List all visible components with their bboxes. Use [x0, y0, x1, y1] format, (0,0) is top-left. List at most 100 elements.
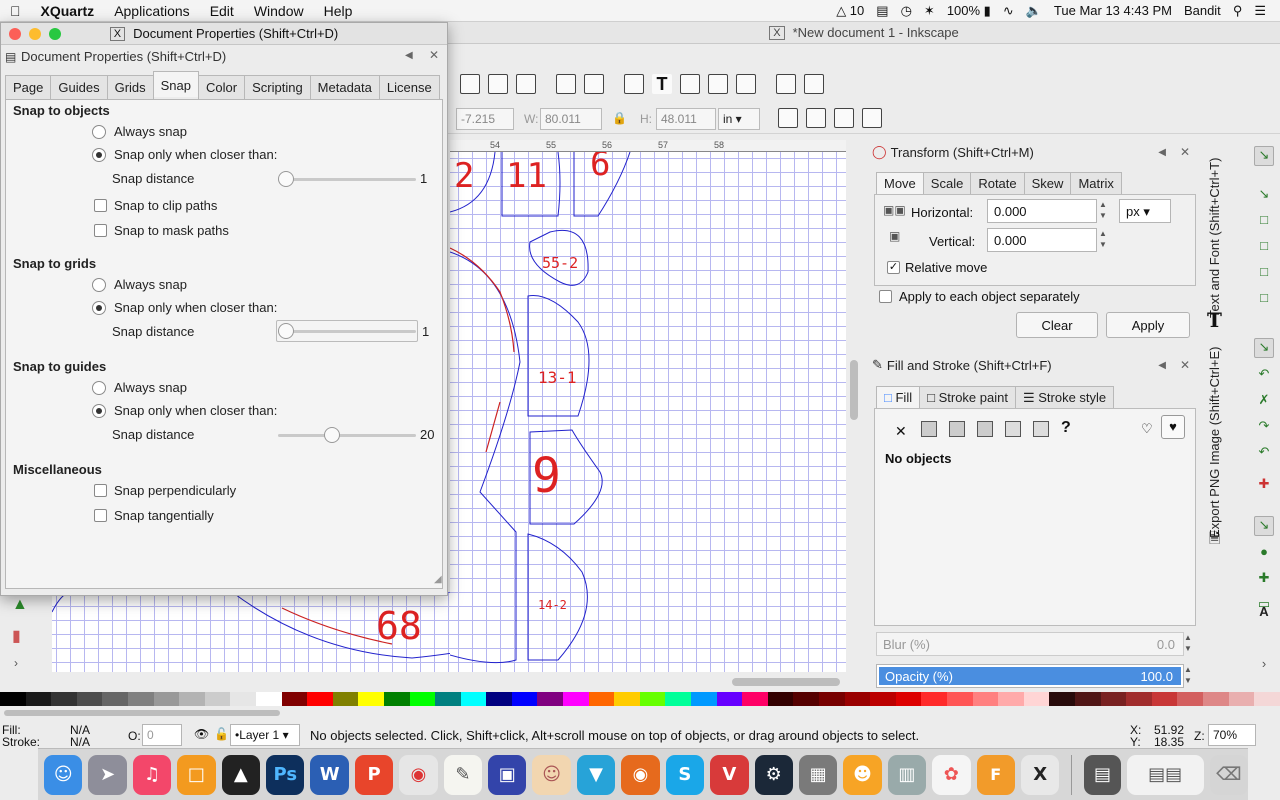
menu-app-name[interactable]: XQuartz	[31, 3, 105, 19]
tab-stroke-style[interactable]: ☰ Stroke style	[1014, 386, 1115, 410]
calculator-icon[interactable]: ▦	[798, 754, 838, 795]
snap-rotation-center-icon[interactable]: ✚	[1254, 570, 1274, 590]
snap-smooth-nodes-icon[interactable]: ↶	[1254, 444, 1274, 464]
trash-icon[interactable]: ⌫	[1209, 754, 1248, 795]
guides-always-snap-radio[interactable]	[92, 381, 106, 395]
palette-swatch[interactable]	[691, 692, 717, 706]
close-icon[interactable]: ✕	[1180, 358, 1190, 372]
tab-skew[interactable]: Skew	[1023, 172, 1072, 196]
palette-swatch[interactable]	[486, 692, 512, 706]
x-position-field[interactable]: -7.215	[456, 108, 514, 130]
palette-swatch[interactable]	[537, 692, 564, 706]
snap-others-icon[interactable]: ↘	[1254, 516, 1274, 536]
height-field[interactable]: 48.011	[656, 108, 716, 130]
palette-swatch[interactable]	[563, 692, 589, 706]
layer-lock-icon[interactable]: 🔓	[214, 727, 229, 741]
snap-perpendicular-checkbox[interactable]	[94, 484, 107, 497]
clear-button[interactable]: Clear	[1016, 312, 1098, 338]
unset-paint-icon[interactable]: ?	[1061, 419, 1071, 437]
palette-swatch[interactable]	[998, 692, 1024, 706]
palette-swatch[interactable]	[972, 692, 999, 706]
palette-swatch[interactable]	[716, 692, 743, 706]
flat-color-icon[interactable]	[921, 421, 937, 437]
palette-swatch[interactable]	[588, 692, 615, 706]
tab-license[interactable]: License	[378, 75, 440, 99]
adobe-icon[interactable]: △ 10	[836, 3, 864, 19]
collapse-icon[interactable]: ◀	[1158, 360, 1166, 371]
palette-swatch[interactable]	[946, 692, 973, 706]
snap-bbox-midpoints-icon[interactable]: □	[1254, 264, 1274, 284]
snap-clip-paths-checkbox[interactable]	[94, 199, 107, 212]
guides-closer-radio[interactable]	[92, 404, 106, 418]
palette-swatch[interactable]	[435, 692, 461, 706]
music-icon[interactable]: ♫	[132, 754, 172, 795]
photos-icon[interactable]: ✿	[932, 754, 971, 795]
tab-grids[interactable]: Grids	[106, 75, 154, 99]
apply-each-checkbox[interactable]	[879, 290, 892, 303]
width-field[interactable]: 80.011	[540, 108, 602, 130]
palette-swatch[interactable]	[1228, 692, 1255, 706]
grids-closer-radio[interactable]	[92, 301, 106, 315]
snap-intersections-icon[interactable]: ✗	[1254, 392, 1274, 412]
tab-move[interactable]: Move	[876, 172, 924, 196]
palette-swatch[interactable]	[204, 692, 231, 706]
palette-swatch[interactable]	[921, 692, 947, 706]
minimize-window-icon[interactable]	[29, 28, 41, 40]
tab-snap[interactable]: Snap	[152, 71, 200, 97]
stickies-icon[interactable]: ▤	[1084, 754, 1121, 795]
textedit-icon[interactable]: ✎	[443, 754, 483, 795]
minimized-windows-icon[interactable]: ▤▤	[1126, 754, 1204, 795]
palette-swatch[interactable]	[127, 692, 154, 706]
palette-swatch[interactable]	[1100, 692, 1127, 706]
snap-bbox-corners-icon[interactable]: □	[1254, 238, 1274, 258]
chrome-icon[interactable]: ◉	[399, 754, 438, 795]
palette-swatch[interactable]	[1074, 692, 1101, 706]
layer-visibility-icon[interactable]: 👁	[194, 727, 209, 741]
spotlight-search-icon[interactable]: ⚲	[1233, 3, 1243, 19]
palette-swatch[interactable]	[1049, 692, 1075, 706]
clone-icon[interactable]	[488, 74, 508, 94]
color-palette[interactable]	[0, 692, 1280, 706]
palette-swatch[interactable]	[332, 692, 359, 706]
tab-fill[interactable]: □ Fill	[876, 386, 921, 410]
scratch-icon[interactable]: ☻	[843, 754, 882, 795]
stroke-value[interactable]: N/A	[70, 735, 90, 749]
palette-swatch[interactable]	[639, 692, 666, 706]
status-opacity-field[interactable]: 0	[142, 724, 182, 746]
snap-tangential-checkbox[interactable]	[94, 509, 107, 522]
relative-move-checkbox[interactable]: ✓	[887, 261, 900, 274]
palette-swatch[interactable]	[614, 692, 640, 706]
vertical-spinner[interactable]: ▲ ▼	[1097, 228, 1109, 252]
palette-swatch[interactable]	[1177, 692, 1203, 706]
linear-gradient-icon[interactable]	[949, 421, 965, 437]
snap-toggle-icon[interactable]: ↘	[1254, 146, 1274, 166]
document-properties-icon[interactable]	[776, 74, 796, 94]
radial-gradient-icon[interactable]	[977, 421, 993, 437]
tab-page[interactable]: Page	[5, 75, 52, 99]
move-gradients-icon[interactable]	[834, 108, 854, 128]
objects-distance-slider[interactable]	[278, 178, 416, 181]
layers-icon[interactable]	[680, 74, 700, 94]
toolbox-more-icon[interactable]: ›	[14, 656, 18, 670]
paint-icon[interactable]: ☺	[532, 754, 571, 795]
pattern-icon[interactable]	[1005, 421, 1021, 437]
palette-swatch[interactable]	[102, 692, 128, 706]
firefox-icon[interactable]: ◉	[621, 754, 660, 795]
snap-bbox-center-icon[interactable]: □	[1254, 290, 1274, 310]
palette-swatch[interactable]	[230, 692, 256, 706]
zoom-field[interactable]: 70%	[1208, 724, 1256, 746]
fill-rule-evenodd-icon[interactable]: ♡	[1141, 421, 1153, 437]
grids-always-snap-radio[interactable]	[92, 278, 106, 292]
apply-button[interactable]: Apply	[1106, 312, 1190, 338]
palette-swatch[interactable]	[153, 692, 180, 706]
close-icon[interactable]: ✕	[429, 48, 439, 62]
palette-swatch[interactable]	[1254, 692, 1280, 706]
vertical-input[interactable]: 0.000	[987, 228, 1097, 252]
palette-swatch[interactable]	[895, 692, 922, 706]
palette-scrollbar[interactable]	[0, 706, 1280, 720]
export-icon[interactable]: 🗎	[1209, 528, 1220, 552]
palette-swatch[interactable]	[76, 692, 103, 706]
time-machine-icon[interactable]: ◷	[901, 3, 912, 19]
palette-swatch[interactable]	[460, 692, 487, 706]
swatch-icon[interactable]	[1033, 421, 1049, 437]
